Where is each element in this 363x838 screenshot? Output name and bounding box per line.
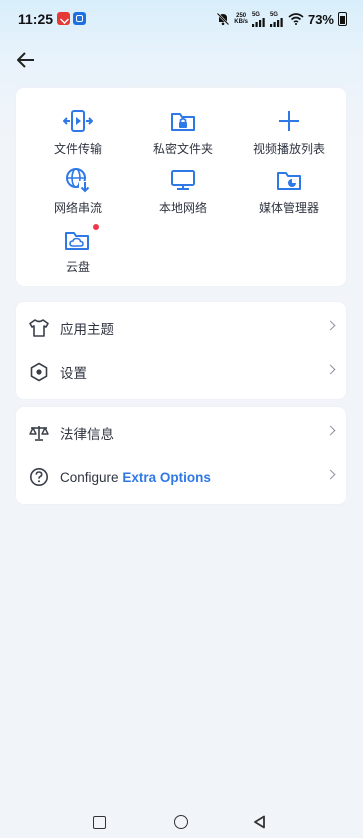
menu-app-theme[interactable]: 应用主题 <box>16 306 346 350</box>
info-card: 法律信息 Configure Extra Options <box>16 407 346 504</box>
private-folder-icon <box>171 113 195 131</box>
signal-icon <box>251 17 265 27</box>
media-manager-icon <box>277 172 301 190</box>
file-transfer-icon <box>63 110 93 132</box>
tool-media-manager[interactable]: 媒体管理器 <box>234 163 344 216</box>
configure-accent: Extra Options <box>122 469 211 485</box>
back-button[interactable] <box>14 48 38 72</box>
tool-private-folder[interactable]: 私密文件夹 <box>128 104 238 157</box>
tool-local-network[interactable]: 本地网络 <box>128 163 238 216</box>
tool-label: 私密文件夹 <box>152 142 213 156</box>
notification-dot <box>93 224 99 230</box>
plus-icon <box>279 111 299 131</box>
tool-label: 网络串流 <box>53 201 102 215</box>
tools-card: 文件传输 私密文件夹 视频播放列表 网络串流 本地网络 媒体管理器 云盘 <box>16 88 346 286</box>
home-button[interactable] <box>174 815 188 829</box>
wifi-icon <box>288 13 304 25</box>
tool-label: 本地网络 <box>158 201 207 215</box>
system-nav-bar <box>0 808 363 838</box>
cloud-drive-icon <box>65 232 89 250</box>
menu-label: 法律信息 <box>60 427 114 442</box>
tool-video-playlist[interactable]: 视频播放列表 <box>234 104 344 157</box>
network-stream-icon <box>66 168 90 193</box>
configure-prefix: Configure <box>60 469 119 485</box>
menu-configure-extra-options[interactable]: Configure Extra Options <box>16 455 346 499</box>
chevron-right-icon <box>325 320 336 331</box>
nav-back-button[interactable] <box>253 815 267 829</box>
recent-apps-button[interactable] <box>93 816 106 829</box>
chevron-right-icon <box>325 425 336 436</box>
status-bar: 11:25 250 KB/s 5G 5G 73% <box>0 0 363 38</box>
status-indicators: 250 KB/s 5G 5G 73% <box>216 11 347 27</box>
notification-app-icon-2 <box>73 12 86 25</box>
notification-app-icon <box>57 12 70 25</box>
tool-label: 文件传输 <box>53 142 102 156</box>
menu-label: 设置 <box>60 366 87 381</box>
menu-label: Configure Extra Options <box>60 470 211 485</box>
arrow-left-icon <box>17 52 34 68</box>
tshirt-icon <box>28 317 50 339</box>
signal-icon-2 <box>269 17 283 27</box>
chevron-right-icon <box>325 364 336 375</box>
chevron-right-icon <box>325 469 336 480</box>
scale-icon <box>28 422 50 444</box>
tool-cloud-drive[interactable]: 云盘 <box>23 222 133 275</box>
tool-label: 云盘 <box>65 260 90 274</box>
net-speed: 250 KB/s <box>234 13 248 25</box>
tool-label: 媒体管理器 <box>258 201 319 215</box>
settings-hexagon-icon <box>28 361 50 383</box>
menu-label: 应用主题 <box>60 322 114 337</box>
sim1-signal: 5G <box>251 12 266 27</box>
mute-bell-icon <box>217 12 230 26</box>
local-network-icon <box>171 170 195 190</box>
tool-network-stream[interactable]: 网络串流 <box>23 163 133 216</box>
menu-settings[interactable]: 设置 <box>16 350 346 394</box>
status-time: 11:25 <box>18 11 54 27</box>
sim2-signal: 5G <box>269 12 284 27</box>
tool-file-transfer[interactable]: 文件传输 <box>23 104 133 157</box>
battery-percent: 73% <box>307 11 334 27</box>
help-circle-icon <box>28 466 50 488</box>
tool-label: 视频播放列表 <box>252 142 325 156</box>
menu-legal-info[interactable]: 法律信息 <box>16 411 346 455</box>
battery-icon <box>338 12 347 26</box>
settings-card: 应用主题 设置 <box>16 302 346 399</box>
